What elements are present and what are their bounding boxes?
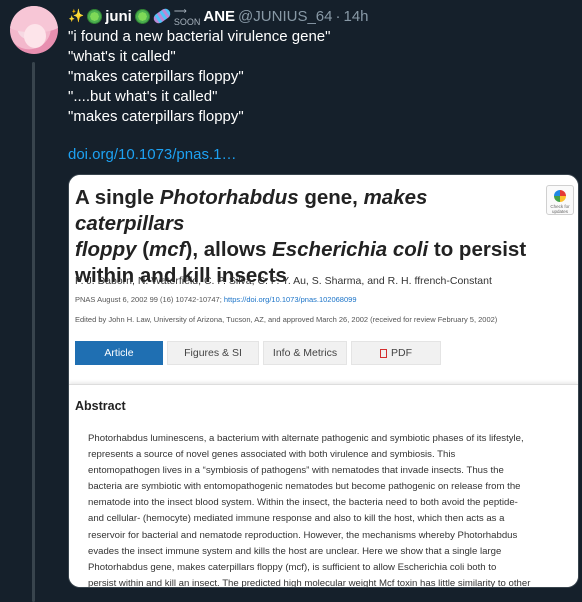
paper-doi-link[interactable]: https://doi.org/10.1073/pnas.102068099 [224, 295, 357, 304]
display-name-right[interactable]: ANE [203, 8, 235, 25]
pnas-citation-line: PNAS August 6, 2002 99 (16) 10742-10747;… [75, 295, 356, 304]
abstract-line: entomopathogen lives in a “symbiosis of … [88, 465, 504, 477]
separator-dot: · [335, 7, 341, 25]
abstract-line: and cellular- (hemocyte) mediated immune… [88, 513, 505, 525]
soon-label: SOON [173, 16, 201, 27]
tab-article[interactable]: Article [75, 341, 163, 365]
tweet-line: "what's it called" [68, 48, 176, 65]
title-part-italic: Photorhabdus [159, 186, 299, 209]
microbe-emoji-icon [134, 8, 150, 24]
microbe-emoji-icon [87, 8, 103, 24]
tweet-header: ✨ juni ⟶ SOON ANE @JUNIUS_64 · 14h [68, 6, 369, 27]
abstract-line: bacteria are symbiotic with entomopathog… [88, 481, 521, 493]
tweet-text: "i found a new bacterial virulence gene"… [68, 27, 568, 127]
tweet-line: "....but what's it called" [68, 88, 218, 105]
abstract-line: reservoir for bacterial and nematode rep… [88, 529, 518, 541]
check-badge-dot [554, 190, 566, 202]
thread-line [32, 62, 35, 602]
tab-label: Article [104, 347, 134, 359]
pdf-icon [380, 348, 387, 358]
abstract-line: nematode into the insect blood system. W… [88, 497, 518, 509]
abstract-heading: Abstract [75, 399, 126, 413]
soon-arrow-emoji-icon: ⟶ SOON [174, 6, 201, 27]
tab-label: PDF [391, 347, 412, 359]
title-part: gene, [298, 186, 364, 209]
pnas-citation: PNAS August 6, 2002 99 (16) 10742-10747; [75, 295, 222, 304]
title-part: A single [75, 186, 160, 209]
abstract-line: represents a source of novel genes assoc… [88, 449, 456, 461]
avatar-face [24, 24, 46, 48]
avatar[interactable] [10, 6, 58, 54]
abstract-line: Photorhabdus gene, makes caterpillars fl… [88, 561, 497, 573]
tweet-line: "i found a new bacterial virulence gene" [68, 28, 331, 45]
abstract-line: evades the insect immune system and kill… [88, 545, 502, 557]
tab-figures[interactable]: Figures & SI [167, 341, 259, 365]
abstract-line: Photorhabdus luminescens, a bacterium wi… [88, 433, 524, 444]
sparkles-emoji-icon: ✨ [68, 8, 85, 23]
paper-authors: P. J. Daborn, N. Waterfield, C. P. Silva… [75, 275, 492, 287]
dna-emoji-icon [151, 6, 173, 26]
link-preview-card[interactable]: A single Photorhabdus gene, makes caterp… [68, 174, 579, 588]
abstract-text: Photorhabdus luminescens, a bacterium wi… [88, 431, 574, 588]
paper-tabs: Article Figures & SI Info & Metrics PDF [75, 341, 441, 365]
tab-label: Figures & SI [184, 347, 242, 359]
tweet-line: "makes caterpillars floppy" [68, 68, 244, 85]
paper-title: A single Photorhabdus gene, makes caterp… [75, 185, 535, 289]
tweet-time[interactable]: 14h [343, 8, 368, 25]
doi-link[interactable]: doi.org/10.1073/pnas.1… [68, 146, 236, 163]
tweet-line: "makes caterpillars floppy" [68, 108, 244, 125]
check-badge-text: Check for updates [550, 204, 570, 214]
edited-by-line: Edited by John H. Law, University of Ari… [75, 315, 498, 324]
abstract-section: Abstract Photorhabdus luminescens, a bac… [69, 384, 578, 588]
abstract-line: persist within and kill an insect. The p… [88, 577, 531, 588]
tab-label: Info & Metrics [272, 347, 338, 359]
tab-info-metrics[interactable]: Info & Metrics [263, 341, 347, 365]
title-part: ( [136, 238, 150, 261]
display-name-left[interactable]: juni [105, 8, 132, 25]
title-part: ), allows [185, 238, 273, 261]
soon-arrow: ⟶ [173, 5, 187, 16]
tab-pdf[interactable]: PDF [351, 341, 441, 365]
title-part-italic: Escherichia coli [272, 238, 429, 261]
paper-screenshot: A single Photorhabdus gene, makes caterp… [69, 175, 578, 587]
check-for-updates-icon[interactable]: Check for updates [546, 185, 574, 215]
title-part-italic: mcf [149, 238, 186, 261]
user-handle[interactable]: @JUNIUS_64 [238, 8, 332, 25]
